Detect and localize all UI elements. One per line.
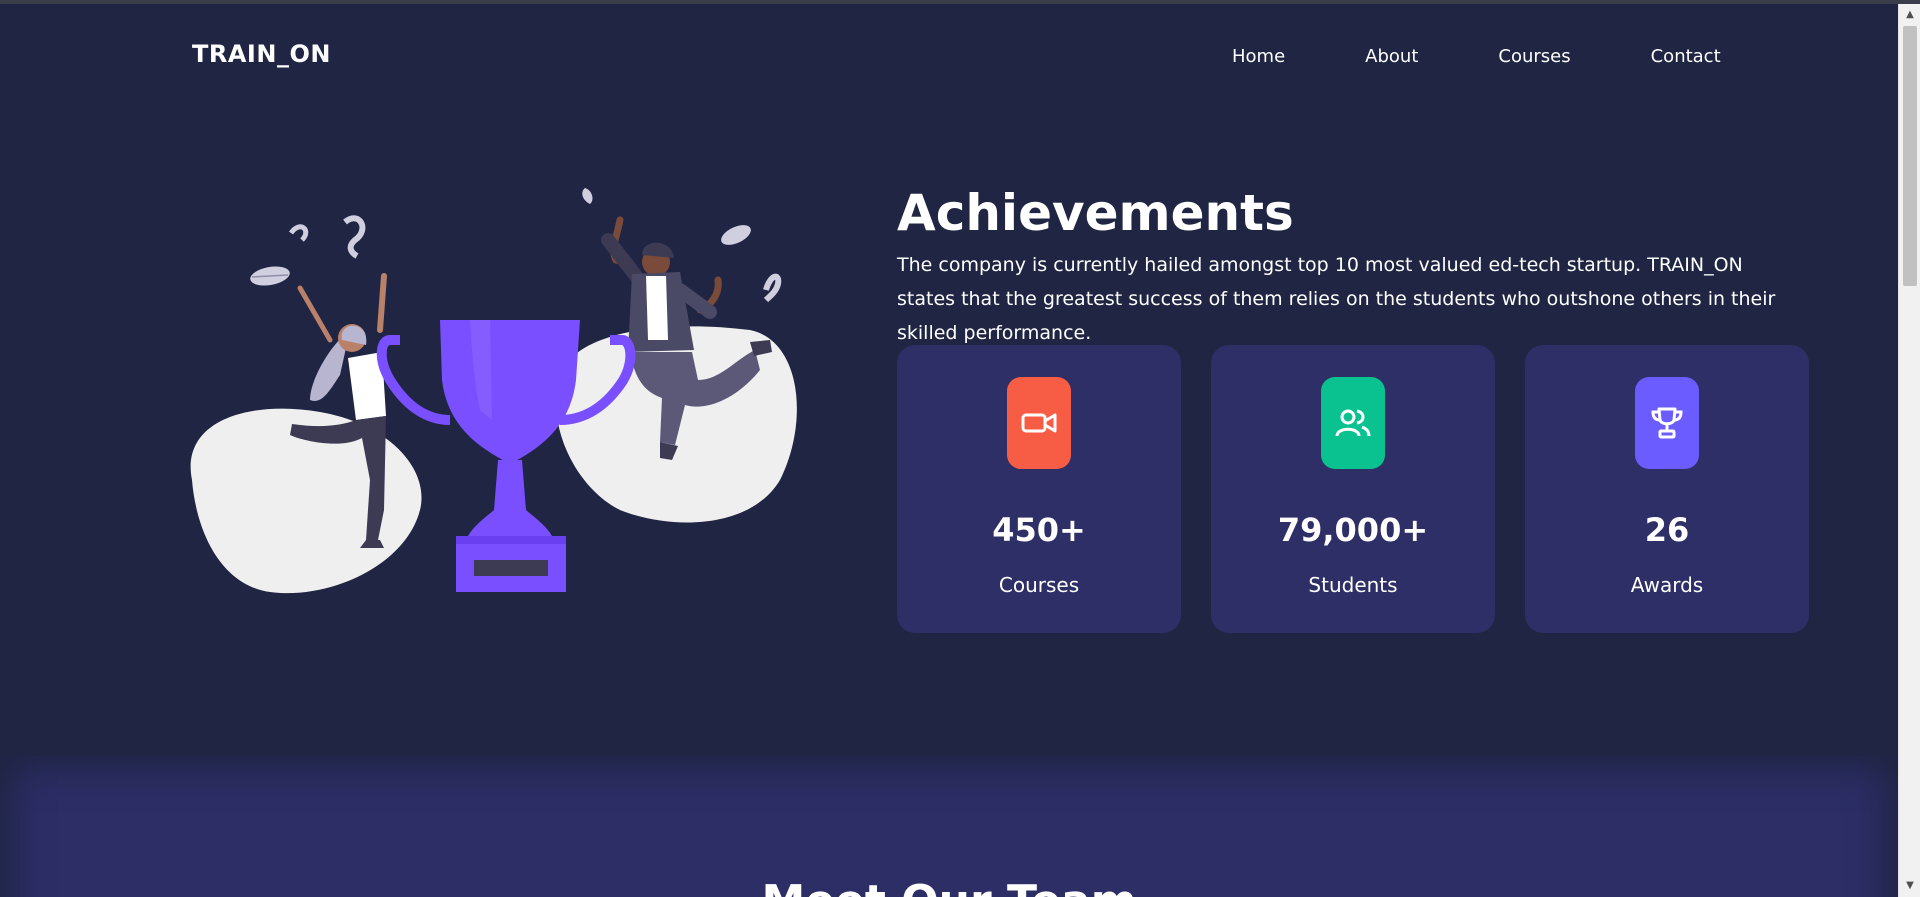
navbar: TRAIN_ON Home About Courses Contact [0,4,1898,104]
stat-value: 450+ [992,511,1086,549]
team-section: Meet Our Team [0,756,1898,897]
stat-label: Awards [1630,573,1704,597]
stat-label: Students [1308,573,1398,597]
stat-value: 79,000+ [1277,511,1429,549]
nav-link-home[interactable]: Home [1232,46,1285,67]
nav-link-about[interactable]: About [1365,46,1418,67]
scroll-down-icon[interactable]: ▼ [1899,875,1920,897]
achievement-illustration [180,180,810,600]
page-scrollbar[interactable]: ▲ ▼ [1898,4,1920,897]
nav-link-contact[interactable]: Contact [1651,46,1721,67]
stats-row: 450+ Courses 79,000+ Students 26 Awards [897,345,1809,633]
achievements-title: Achievements [897,184,1294,242]
page: TRAIN_ON Home About Courses Contact Achi… [0,4,1898,897]
stat-value: 26 [1644,511,1690,549]
team-title: Meet Our Team [0,876,1898,897]
brand-logo[interactable]: TRAIN_ON [192,40,331,68]
nav-links: Home About Courses Contact [1232,46,1801,67]
trophy-icon [1635,377,1699,469]
stat-card-awards: 26 Awards [1525,345,1809,633]
stat-card-students: 79,000+ Students [1211,345,1495,633]
scroll-up-icon[interactable]: ▲ [1899,4,1920,26]
video-camera-icon [1007,377,1071,469]
stat-label: Courses [998,573,1080,597]
nav-link-courses[interactable]: Courses [1498,46,1570,67]
celebration-illustration [190,188,797,594]
scrollbar-thumb[interactable] [1903,26,1917,286]
stat-card-courses: 450+ Courses [897,345,1181,633]
users-icon [1321,377,1385,469]
achievements-description: The company is currently hailed amongst … [897,254,1776,344]
